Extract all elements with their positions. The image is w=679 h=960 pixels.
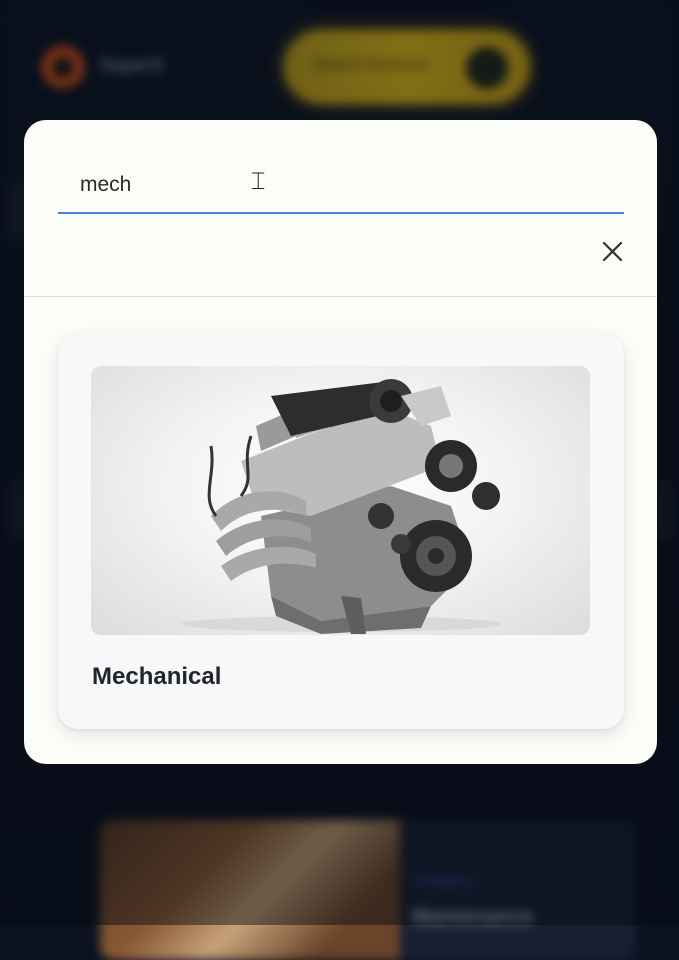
result-card-image <box>91 366 590 635</box>
search-field-wrapper: ⌶ <box>58 160 624 214</box>
modal-divider <box>24 296 657 297</box>
close-icon <box>602 241 623 262</box>
close-button[interactable] <box>596 236 628 268</box>
result-card-title: Mechanical <box>92 663 222 690</box>
result-card-mechanical[interactable]: Mechanical <box>58 333 624 729</box>
search-modal: ⌶ <box>24 120 657 764</box>
search-input[interactable] <box>58 160 624 210</box>
engine-image <box>181 379 501 634</box>
